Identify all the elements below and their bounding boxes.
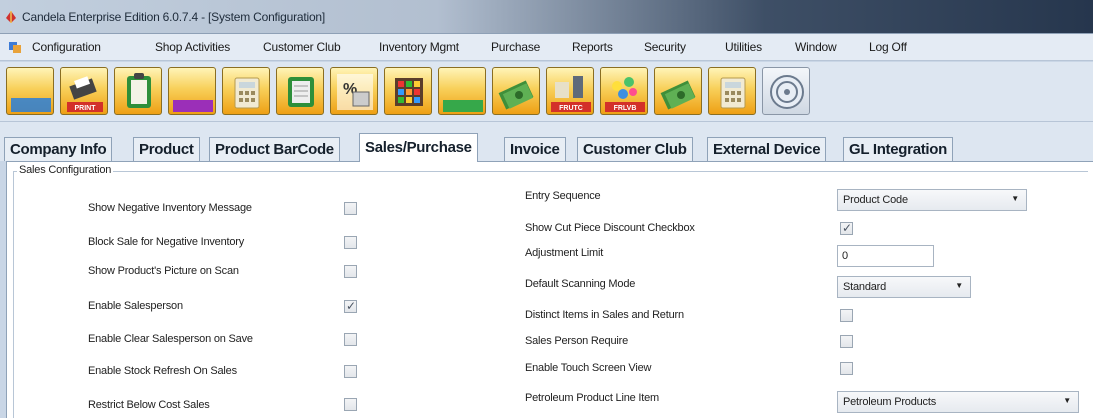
folder-icon bbox=[443, 100, 483, 112]
group-title: Sales Configuration bbox=[17, 164, 114, 176]
money-button[interactable] bbox=[492, 67, 540, 115]
dropdown-arrow-icon: ▼ bbox=[1011, 194, 1019, 203]
checkbox-distinct-items[interactable] bbox=[840, 309, 853, 322]
checkbox-show-cut-piece[interactable]: ✓ bbox=[840, 221, 853, 235]
print-label: PRINT bbox=[75, 105, 97, 112]
label-entry-sequence: Entry Sequence bbox=[525, 190, 601, 202]
entry-sequence-dropdown[interactable]: Product Code ▼ bbox=[837, 189, 1027, 211]
folder-icon bbox=[173, 100, 213, 112]
menu-security[interactable]: Security bbox=[644, 40, 686, 54]
checkbox-sales-person-require[interactable] bbox=[840, 335, 853, 348]
fruit-button[interactable]: FRUTC bbox=[546, 67, 594, 115]
fruit-icon: FRLVB bbox=[605, 77, 645, 112]
calendar-button[interactable] bbox=[384, 67, 432, 115]
folder-button[interactable] bbox=[6, 67, 54, 115]
money-button-2[interactable] bbox=[654, 67, 702, 115]
label-sales-person-require: Sales Person Require bbox=[525, 335, 629, 347]
folder-purple-button[interactable] bbox=[168, 67, 216, 115]
tab-company-info[interactable]: Company Info bbox=[4, 137, 113, 161]
disk-button[interactable] bbox=[762, 67, 810, 115]
label-restrict-below-cost: Restrict Below Cost Sales bbox=[88, 399, 210, 411]
clipboard-button[interactable] bbox=[114, 67, 162, 115]
tab-invoice[interactable]: Invoice bbox=[504, 137, 566, 161]
label-adjustment-limit: Adjustment Limit bbox=[525, 247, 604, 259]
menu-configuration[interactable]: Configuration bbox=[32, 40, 101, 54]
folder-icon bbox=[11, 98, 51, 112]
label-enable-stock-refresh: Enable Stock Refresh On Sales bbox=[88, 365, 237, 377]
label-petroleum-product: Petroleum Product Line Item bbox=[525, 392, 660, 404]
folder-green-button[interactable] bbox=[438, 67, 486, 115]
check-mark: ✓ bbox=[842, 221, 853, 235]
clipboard-icon bbox=[127, 73, 151, 108]
label-default-scanning-mode: Default Scanning Mode bbox=[525, 278, 636, 290]
label-enable-salesperson: Enable Salesperson bbox=[88, 300, 183, 312]
checkbox-block-sale-negative-inventory[interactable] bbox=[344, 236, 357, 249]
checkbox-enable-salesperson[interactable]: ✓ bbox=[344, 299, 357, 313]
calculator-icon bbox=[720, 77, 746, 109]
money-icon bbox=[660, 80, 696, 110]
menu-shop-activities[interactable]: Shop Activities bbox=[155, 40, 230, 54]
print-button[interactable]: PRINT bbox=[60, 67, 108, 115]
calculator-button-2[interactable] bbox=[708, 67, 756, 115]
dropdown-arrow-icon: ▼ bbox=[955, 281, 963, 290]
petroleum-product-value: Petroleum Products bbox=[843, 396, 936, 408]
calculator-icon bbox=[234, 77, 260, 109]
checkbox-restrict-below-cost[interactable] bbox=[344, 398, 357, 411]
default-scanning-mode-dropdown[interactable]: Standard ▼ bbox=[837, 276, 971, 298]
label-enable-clear-salesperson: Enable Clear Salesperson on Save bbox=[88, 333, 253, 345]
checkbox-enable-touch-screen[interactable] bbox=[840, 362, 853, 375]
menu-reports[interactable]: Reports bbox=[572, 40, 613, 54]
menu-log-off[interactable]: Log Off bbox=[869, 40, 907, 54]
tab-sales-purchase[interactable]: Sales/Purchase bbox=[359, 133, 478, 162]
menu-window[interactable]: Window bbox=[795, 40, 837, 54]
tab-gl-integration[interactable]: GL Integration bbox=[843, 137, 954, 161]
label-show-cut-piece: Show Cut Piece Discount Checkbox bbox=[525, 222, 695, 234]
app-icon bbox=[6, 11, 16, 23]
system-menu-icon[interactable] bbox=[8, 40, 23, 54]
discount-button[interactable]: % bbox=[330, 67, 378, 115]
toolbar: PRINT % FRUTC FRLVB bbox=[0, 62, 1093, 122]
disk-icon bbox=[770, 75, 804, 109]
menu-purchase[interactable]: Purchase bbox=[491, 40, 540, 54]
label-distinct-items: Distinct Items in Sales and Return bbox=[525, 309, 684, 321]
dropdown-arrow-icon: ▼ bbox=[1063, 396, 1071, 405]
tab-product-barcode[interactable]: Product BarCode bbox=[209, 137, 340, 161]
checkbox-show-negative-inventory[interactable] bbox=[344, 202, 357, 215]
tab-customer-club[interactable]: Customer Club bbox=[577, 137, 693, 161]
default-scanning-mode-value: Standard bbox=[843, 281, 887, 293]
window-title: Candela Enterprise Edition 6.0.7.4 - [Sy… bbox=[22, 10, 326, 24]
menu-customer-club[interactable]: Customer Club bbox=[263, 40, 341, 54]
calculator-button[interactable] bbox=[222, 67, 270, 115]
label-show-product-picture: Show Product's Picture on Scan bbox=[88, 265, 239, 277]
check-mark: ✓ bbox=[346, 299, 357, 313]
checkbox-enable-clear-salesperson[interactable] bbox=[344, 333, 357, 346]
tab-product[interactable]: Product bbox=[133, 137, 200, 161]
percent-icon: % bbox=[337, 74, 373, 110]
entry-sequence-value: Product Code bbox=[843, 194, 908, 206]
notepad-icon bbox=[288, 77, 314, 107]
adjustment-limit-input[interactable]: 0 bbox=[837, 245, 934, 267]
calendar-icon bbox=[395, 78, 423, 106]
money-icon bbox=[498, 80, 534, 110]
title-bar: Candela Enterprise Edition 6.0.7.4 - [Sy… bbox=[0, 0, 1093, 34]
menu-utilities[interactable]: Utilities bbox=[725, 40, 762, 54]
tab-strip: Company Info Product Product BarCode Sal… bbox=[0, 122, 1093, 162]
print-icon: PRINT bbox=[67, 76, 103, 112]
menu-inventory-mgmt[interactable]: Inventory Mgmt bbox=[379, 40, 459, 54]
fruit2-label: FRLVB bbox=[614, 105, 637, 112]
petroleum-product-dropdown[interactable]: Petroleum Products ▼ bbox=[837, 391, 1079, 413]
frutc-label: FRUTC bbox=[559, 105, 583, 112]
menu-bar: Configuration Shop Activities Customer C… bbox=[0, 34, 1093, 61]
label-enable-touch-screen: Enable Touch Screen View bbox=[525, 362, 652, 374]
tab-external-device[interactable]: External Device bbox=[707, 137, 827, 161]
checkbox-enable-stock-refresh[interactable] bbox=[344, 365, 357, 378]
fruit-vegetables-button[interactable]: FRLVB bbox=[600, 67, 648, 115]
label-block-sale-negative-inventory: Block Sale for Negative Inventory bbox=[88, 236, 245, 248]
notepad-button[interactable] bbox=[276, 67, 324, 115]
fruit-icon: FRUTC bbox=[551, 76, 591, 112]
label-show-negative-inventory: Show Negative Inventory Message bbox=[88, 202, 252, 214]
checkbox-show-product-picture[interactable] bbox=[344, 265, 357, 278]
